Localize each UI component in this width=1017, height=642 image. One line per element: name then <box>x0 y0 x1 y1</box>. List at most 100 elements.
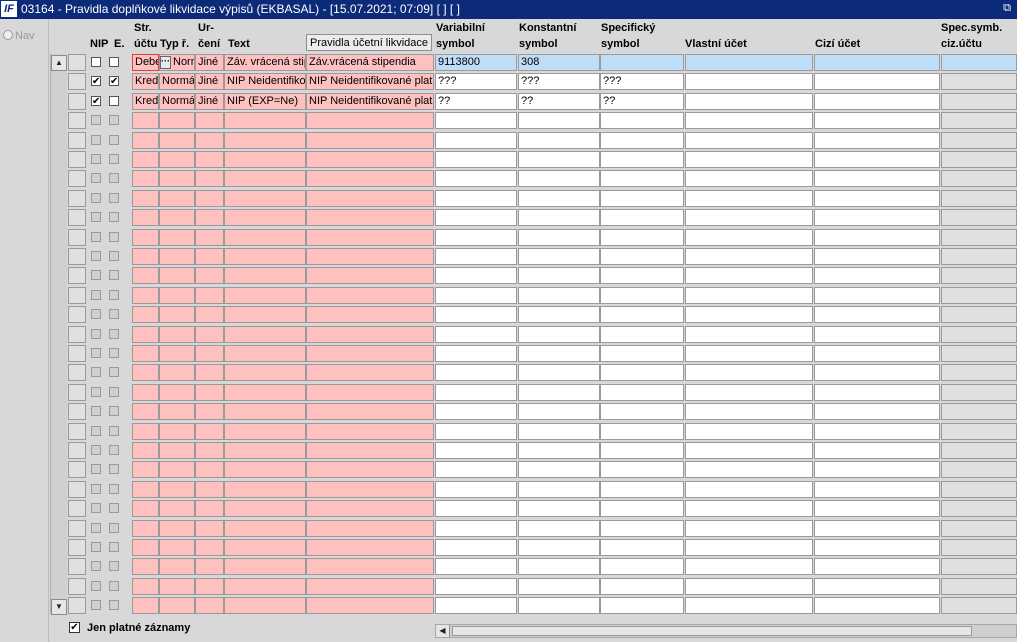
cell-str[interactable] <box>132 558 159 576</box>
cell-spec-ciz[interactable] <box>941 345 1017 362</box>
vertical-scrollbar[interactable]: ▲ ▼ <box>50 54 67 615</box>
cell-vlastni[interactable] <box>685 519 813 537</box>
cell-urceni[interactable] <box>195 209 224 227</box>
cell-variabilni[interactable] <box>435 519 517 537</box>
cell-cizi[interactable] <box>814 383 940 401</box>
table-row[interactable] <box>68 345 1017 363</box>
nip-checkbox[interactable] <box>91 57 101 67</box>
cell-cizi[interactable] <box>814 131 940 149</box>
cell-urceni[interactable] <box>195 422 224 440</box>
table-row[interactable] <box>68 577 1017 596</box>
cell-vlastni[interactable] <box>685 403 813 421</box>
cell-typ[interactable] <box>159 558 195 576</box>
cell-urceni[interactable] <box>195 558 224 576</box>
cell-vlastni[interactable] <box>685 364 813 382</box>
cell-spec-ciz[interactable] <box>941 112 1017 130</box>
cell-typ[interactable] <box>159 267 195 285</box>
cell-urceni[interactable] <box>195 383 224 401</box>
cell-konstantni[interactable] <box>518 151 600 168</box>
table-row[interactable] <box>68 539 1017 557</box>
cell-variabilni[interactable] <box>435 480 517 498</box>
cell-konstantni[interactable] <box>518 189 600 207</box>
cell-urceni[interactable] <box>195 461 224 479</box>
row-selector[interactable] <box>68 306 86 324</box>
e-checkbox[interactable] <box>109 251 119 261</box>
table-row[interactable] <box>68 112 1017 130</box>
cell-typ[interactable] <box>159 306 195 324</box>
cell-spec-ciz[interactable] <box>941 461 1017 479</box>
cell-urceni[interactable] <box>195 286 224 304</box>
cell-str[interactable] <box>132 461 159 479</box>
cell-cizi[interactable] <box>814 403 940 421</box>
cell-vlastni[interactable] <box>685 539 813 556</box>
cell-konstantni[interactable] <box>518 325 600 343</box>
cell-urceni[interactable] <box>195 228 224 246</box>
cell-cizi[interactable] <box>814 189 940 207</box>
e-checkbox[interactable] <box>109 464 119 475</box>
cell-str[interactable] <box>132 170 159 188</box>
cell-spec-ciz[interactable] <box>941 209 1017 227</box>
cell-urceni[interactable] <box>195 480 224 498</box>
cell-text[interactable] <box>224 442 306 459</box>
cell-konstantni[interactable] <box>518 403 600 421</box>
e-checkbox[interactable] <box>109 309 119 320</box>
row-selector[interactable] <box>68 364 86 382</box>
cell-str[interactable] <box>132 519 159 537</box>
e-checkbox[interactable] <box>109 328 119 339</box>
cell-pravidla[interactable] <box>306 364 434 382</box>
cell-pravidla[interactable] <box>306 131 434 149</box>
cell-text[interactable] <box>224 383 306 401</box>
cell-specificky[interactable]: ??? <box>600 73 684 91</box>
cell-typ[interactable] <box>159 248 195 265</box>
cell-str[interactable] <box>132 248 159 265</box>
table-row[interactable] <box>68 151 1017 169</box>
cell-str[interactable] <box>132 597 159 615</box>
cell-str[interactable] <box>132 131 159 149</box>
cell-variabilni[interactable] <box>435 383 517 401</box>
horizontal-scroll-thumb[interactable] <box>452 626 972 636</box>
cell-cizi[interactable] <box>814 480 940 498</box>
e-checkbox[interactable] <box>109 503 119 514</box>
table-row[interactable] <box>68 558 1017 576</box>
cell-konstantni[interactable] <box>518 228 600 246</box>
cell-spec-ciz[interactable] <box>941 248 1017 265</box>
cell-typ[interactable]: Normál <box>159 73 195 91</box>
cell-str[interactable] <box>132 364 159 382</box>
cell-variabilni[interactable] <box>435 325 517 343</box>
row-selector[interactable] <box>68 558 86 576</box>
cell-vlastni[interactable] <box>685 131 813 149</box>
cell-typ[interactable] <box>159 577 195 595</box>
cell-typ[interactable] <box>159 345 195 362</box>
cell-vlastni[interactable] <box>685 228 813 246</box>
cell-typ[interactable] <box>159 209 195 227</box>
cell-urceni[interactable] <box>195 170 224 188</box>
cell-konstantni[interactable] <box>518 577 600 595</box>
cell-specificky[interactable] <box>600 209 684 227</box>
e-checkbox[interactable] <box>109 212 119 223</box>
cell-cizi[interactable] <box>814 92 940 110</box>
row-selector[interactable] <box>68 267 86 285</box>
row-selector[interactable] <box>68 209 86 227</box>
cell-spec-ciz[interactable] <box>941 267 1017 285</box>
cell-str[interactable] <box>132 228 159 246</box>
cell-variabilni[interactable]: 9113800 <box>435 54 517 71</box>
e-checkbox[interactable] <box>109 231 119 242</box>
nip-checkbox[interactable] <box>91 503 101 514</box>
cell-cizi[interactable] <box>814 73 940 91</box>
cell-pravidla[interactable] <box>306 267 434 285</box>
cell-konstantni[interactable] <box>518 170 600 188</box>
cell-cizi[interactable] <box>814 442 940 459</box>
cell-specificky[interactable]: ?? <box>600 92 684 110</box>
cell-urceni[interactable] <box>195 151 224 168</box>
row-selector[interactable] <box>68 112 86 130</box>
table-row[interactable] <box>68 597 1017 615</box>
row-selector[interactable] <box>68 189 86 207</box>
cell-vlastni[interactable] <box>685 480 813 498</box>
cell-vlastni[interactable] <box>685 306 813 324</box>
cell-vlastni[interactable] <box>685 442 813 459</box>
cell-konstantni[interactable] <box>518 558 600 576</box>
nip-checkbox[interactable] <box>91 154 101 164</box>
cell-text[interactable] <box>224 170 306 188</box>
cell-variabilni[interactable] <box>435 577 517 595</box>
cell-vlastni[interactable] <box>685 189 813 207</box>
